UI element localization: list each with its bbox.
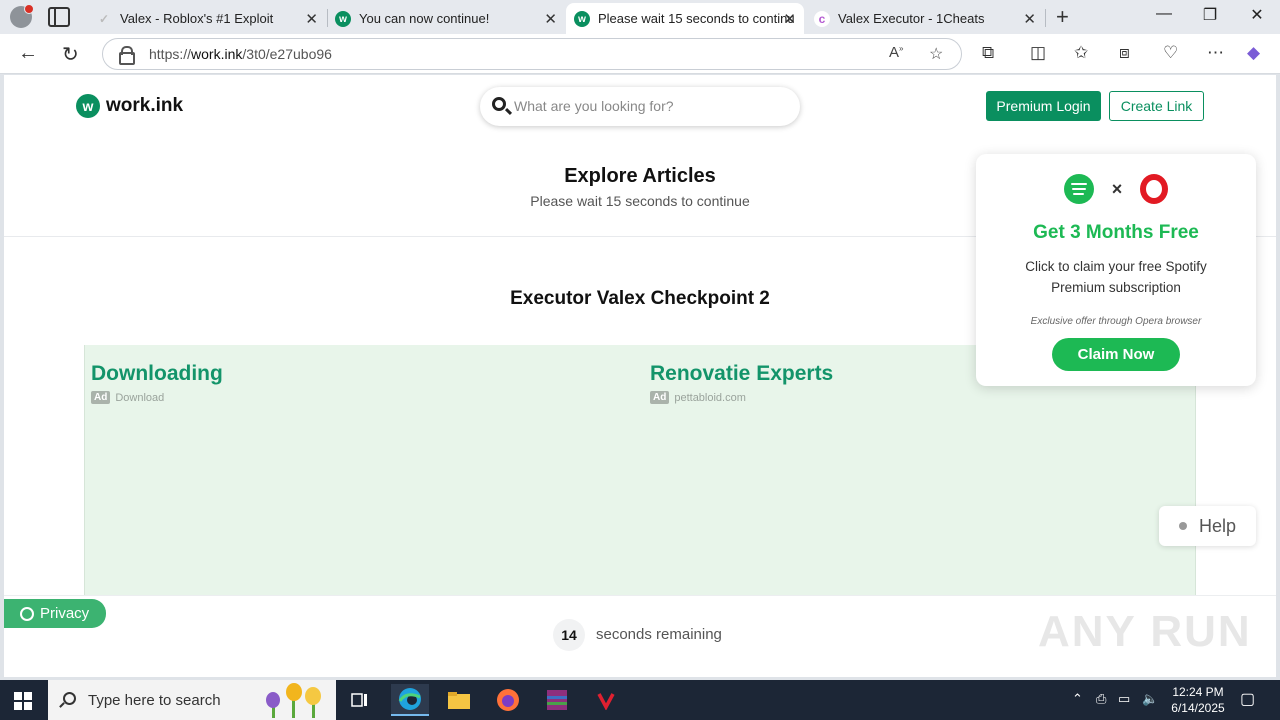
- task-view-icon[interactable]: [341, 684, 379, 716]
- close-tab-icon[interactable]: ✕: [1023, 10, 1036, 28]
- privacy-label: Privacy: [40, 605, 90, 622]
- extensions-icon[interactable]: ⧉: [982, 43, 994, 63]
- site-info-lock-icon[interactable]: [119, 46, 135, 65]
- taskbar-search-placeholder: Type here to search: [88, 691, 221, 709]
- system-clock[interactable]: 12:24 PM 6/14/2025: [1160, 684, 1236, 716]
- ad-meta: Ad pettabloid.com: [650, 391, 833, 404]
- page-viewport: w work.ink Premium Login Create Link Exp…: [4, 75, 1276, 677]
- favorite-star-icon[interactable]: ☆: [929, 44, 943, 64]
- navigation-bar: ← ↻ https://work.ink/3t0/e27ubo96 A» ☆ ⧉…: [0, 34, 1280, 74]
- site-search: [480, 87, 800, 126]
- help-button[interactable]: Help: [1159, 506, 1256, 546]
- help-label: Help: [1198, 515, 1237, 536]
- valex-app-icon[interactable]: [587, 684, 625, 716]
- tab-please-wait[interactable]: w Please wait 15 seconds to continu ✕: [566, 3, 804, 34]
- promo-popup: × Get 3 Months Free Click to claim your …: [976, 154, 1256, 386]
- search-input[interactable]: [514, 96, 784, 116]
- copilot-icon[interactable]: ◆: [1247, 43, 1260, 63]
- tab-title: Please wait 15 seconds to continu: [598, 11, 795, 26]
- premium-login-button[interactable]: Premium Login: [986, 91, 1101, 121]
- ad-badge: Ad: [650, 391, 670, 404]
- collections-icon[interactable]: ⧈: [1119, 43, 1130, 63]
- network-icon[interactable]: ▭: [1118, 691, 1130, 707]
- ad-badge: Ad: [91, 391, 111, 404]
- site-logo[interactable]: w work.ink: [76, 94, 183, 118]
- ad-item[interactable]: Renovatie Experts Ad pettabloid.com: [650, 362, 833, 404]
- firefox-icon[interactable]: [489, 684, 527, 716]
- spotify-icon: [1063, 174, 1094, 204]
- tulip-decoration-icon: [266, 683, 321, 718]
- edge-taskbar-icon[interactable]: [391, 684, 429, 716]
- close-tab-icon[interactable]: ✕: [305, 10, 318, 28]
- restore-icon[interactable]: ❐: [1190, 5, 1230, 25]
- promo-note: Exclusive offer through Opera browser: [1030, 316, 1202, 327]
- refresh-icon[interactable]: ↻: [62, 42, 79, 67]
- 1cheats-favicon-icon: c: [814, 11, 830, 27]
- file-explorer-icon[interactable]: [440, 684, 478, 716]
- workink-favicon-icon: w: [335, 11, 351, 27]
- help-status-icon: [1178, 522, 1187, 530]
- favorites-icon[interactable]: ✩: [1074, 43, 1088, 63]
- promo-text: Click to claim your free Spotify Premium…: [1025, 259, 1207, 295]
- workink-logo-icon: w: [76, 94, 100, 118]
- show-hidden-icons-icon[interactable]: ⌃: [1072, 691, 1083, 707]
- ad-source: pettabloid.com: [674, 391, 746, 404]
- countdown-number: 14: [553, 619, 585, 651]
- volume-icon[interactable]: 🔈: [1142, 691, 1158, 707]
- meet-now-icon[interactable]: ⎙: [1096, 691, 1106, 707]
- winrar-icon[interactable]: [538, 684, 576, 716]
- close-tab-icon[interactable]: ✕: [783, 10, 796, 28]
- ad-source: Download: [115, 391, 165, 404]
- taskbar: Type here to search ⌃ ⎙ ▭ 🔈 12:24 PM 6/1…: [0, 680, 1280, 720]
- ad-meta: Ad Download: [91, 391, 223, 404]
- tab-title: You can now continue!: [359, 11, 490, 26]
- tab-separator: [1045, 9, 1046, 27]
- close-tab-icon[interactable]: ✕: [544, 10, 557, 28]
- times-icon: ×: [1111, 178, 1123, 199]
- privacy-button[interactable]: Privacy: [4, 599, 106, 628]
- address-bar[interactable]: https://work.ink/3t0/e27ubo96 A» ☆: [102, 38, 962, 70]
- tab-1cheats[interactable]: c Valex Executor - 1Cheats ✕: [806, 3, 1044, 34]
- valex-favicon-icon: ✓: [98, 12, 110, 26]
- split-screen-icon[interactable]: ◫: [1030, 43, 1046, 63]
- settings-more-icon[interactable]: ⋯: [1207, 43, 1224, 63]
- tab-valex[interactable]: ✓ Valex - Roblox's #1 Exploit ✕: [88, 3, 326, 34]
- windows-start-icon[interactable]: [14, 692, 32, 710]
- ad-title[interactable]: Downloading: [91, 362, 223, 386]
- minimize-icon[interactable]: —: [1144, 5, 1184, 23]
- promo-logos: ×: [976, 174, 1256, 204]
- clock-date: 6/14/2025: [1171, 701, 1225, 715]
- search-icon: [63, 692, 76, 705]
- browser-essentials-icon[interactable]: ♡: [1163, 43, 1178, 63]
- logo-text: work.ink: [106, 95, 184, 116]
- ad-item[interactable]: Downloading Ad Download: [91, 362, 223, 404]
- anyrun-watermark: ANY RUN: [1038, 607, 1252, 656]
- notification-icon[interactable]: ▢: [1240, 689, 1255, 709]
- back-arrow-icon[interactable]: ←: [18, 42, 38, 65]
- tab-title: Valex Executor - 1Cheats: [838, 11, 985, 26]
- gear-icon: [20, 606, 34, 621]
- tab-actions-icon[interactable]: [48, 7, 70, 27]
- profile-avatar[interactable]: [10, 4, 34, 28]
- tab-continue[interactable]: w You can now continue! ✕: [327, 3, 565, 34]
- opera-icon: [1140, 174, 1169, 204]
- read-aloud-icon[interactable]: A»: [889, 44, 903, 61]
- close-window-icon[interactable]: ✕: [1237, 5, 1277, 25]
- new-tab-plus-icon[interactable]: +: [1056, 4, 1069, 30]
- clock-time: 12:24 PM: [1172, 685, 1224, 699]
- tab-title: Valex - Roblox's #1 Exploit: [120, 11, 274, 26]
- url-text[interactable]: https://work.ink/3t0/e27ubo96: [149, 46, 332, 62]
- ad-title[interactable]: Renovatie Experts: [650, 362, 833, 386]
- tab-strip: ✓ Valex - Roblox's #1 Exploit ✕ w You ca…: [0, 0, 1280, 34]
- workink-favicon-icon: w: [574, 11, 590, 27]
- countdown-text: seconds remaining: [596, 626, 722, 643]
- create-link-button[interactable]: Create Link: [1109, 91, 1204, 121]
- claim-now-button[interactable]: Claim Now: [1052, 338, 1180, 371]
- promo-title: Get 3 Months Free: [1033, 222, 1199, 243]
- search-icon[interactable]: [492, 97, 506, 111]
